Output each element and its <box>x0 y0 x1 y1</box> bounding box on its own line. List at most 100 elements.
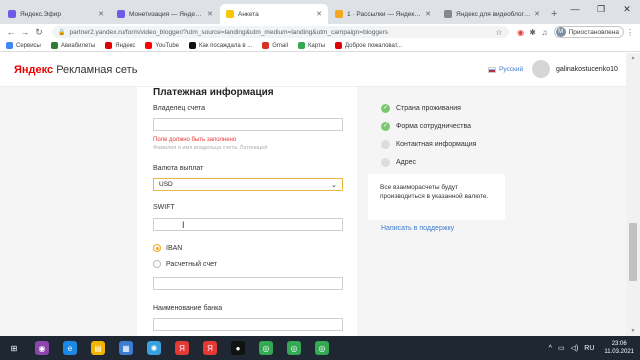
bookmark-item[interactable]: Доброе пожаловат... <box>335 42 402 49</box>
volume-icon[interactable]: ◁) <box>571 344 579 352</box>
owner-input[interactable] <box>153 118 343 131</box>
user-avatar[interactable] <box>532 60 550 78</box>
tray-chevron-icon[interactable]: ^ <box>549 345 552 352</box>
forward-arrow-icon[interactable]: → <box>18 27 32 37</box>
currency-value: USD <box>159 181 173 188</box>
step-label: Адрес <box>396 158 417 166</box>
taskbar-chrome-3-button[interactable]: ◎ <box>308 336 336 360</box>
clock[interactable]: 23:06 11.03.2021 <box>604 340 634 356</box>
payment-form: Платежная информация Владелец счета Поле… <box>137 87 357 336</box>
browser-tab[interactable]: Анкета ✕ <box>220 4 328 24</box>
browser-toolbar: ← → ↻ 🔒 partner2.yandex.ru/form/video_bl… <box>0 24 640 40</box>
bank-name-input[interactable] <box>153 318 343 331</box>
minimize-button[interactable]: — <box>562 0 588 18</box>
check-circle-icon: ✓ <box>381 121 390 131</box>
extension-icon[interactable]: ◉ <box>515 28 527 37</box>
owner-error: Поле должно быть заполнено <box>153 137 237 143</box>
bookmark-star-icon[interactable]: ☆ <box>495 28 502 37</box>
back-arrow-icon[interactable]: ← <box>4 27 18 37</box>
tab-close-icon[interactable]: ✕ <box>534 10 540 18</box>
profile-button[interactable]: M Приостановлена <box>553 26 624 38</box>
taskbar-explorer-button[interactable]: ▤ <box>84 336 112 360</box>
taskbar-yandex-red-button[interactable]: Я <box>168 336 196 360</box>
tab-close-icon[interactable]: ✕ <box>316 10 322 18</box>
browser-tab[interactable]: Монетизация — Яндекс.Эфир✕ <box>111 4 219 24</box>
page-scrollbar[interactable]: ▲ ▼ <box>626 53 640 336</box>
browser-tab[interactable]: 1 · Рассылки — Яндекс.Почта✕ <box>329 4 437 24</box>
tab-close-icon[interactable]: ✕ <box>425 10 431 18</box>
maximize-button[interactable]: ❐ <box>588 0 614 18</box>
scroll-up-icon[interactable]: ▲ <box>626 53 640 63</box>
bookmark-label: Авиабилеты <box>60 42 96 49</box>
form-title: Платежная информация <box>153 87 274 98</box>
bookmark-label: Доброе пожаловат... <box>345 42 402 49</box>
radio-current-account-dot <box>153 260 161 268</box>
tab-close-icon[interactable]: ✕ <box>98 10 104 18</box>
tab-close-icon[interactable]: ✕ <box>207 10 213 18</box>
profile-status: Приостановлена <box>568 28 619 36</box>
scroll-down-icon[interactable]: ▼ <box>626 326 640 336</box>
react-icon: ✺ <box>147 341 161 355</box>
swift-label: SWIFT <box>153 204 175 211</box>
bookmark-icon <box>335 42 343 49</box>
support-link[interactable]: Написать в поддержку <box>381 225 454 232</box>
bookmark-item[interactable]: Авиабилеты <box>50 42 96 49</box>
system-tray: ^ ▭ ◁) RU 23:06 11.03.2021 <box>549 340 640 356</box>
tab-title: 1 · Рассылки — Яндекс.Почта <box>347 10 422 18</box>
puzzle-icon[interactable]: ✱ <box>527 28 539 37</box>
account-input[interactable] <box>153 277 343 290</box>
taskbar-chrome-2-button[interactable]: ◎ <box>280 336 308 360</box>
radio-iban[interactable]: IBAN <box>153 244 182 252</box>
bank-name-label: Наименование банка <box>153 305 223 312</box>
step-item: ✓ Форма сотрудничества <box>381 117 476 135</box>
tab-favicon-icon <box>335 10 343 18</box>
steps-list: ✓ Страна проживания ✓ Форма сотрудничества К… <box>381 99 476 171</box>
bookmark-icon <box>105 42 113 49</box>
network-icon[interactable]: ▭ <box>558 344 565 352</box>
browser-tab[interactable]: Яндекс.Эфир ✕ <box>2 4 110 24</box>
taskbar-obs-button[interactable]: ● <box>224 336 252 360</box>
tab-favicon-icon <box>8 10 16 18</box>
menu-dots-icon[interactable]: ⋮ <box>624 28 636 37</box>
bookmark-item[interactable]: Как посаждала в ... <box>189 42 252 49</box>
currency-select[interactable]: USD ⌄ <box>153 178 343 191</box>
profile-avatar: M <box>555 27 566 37</box>
taskbar-yandex-browser-button[interactable]: Я <box>196 336 224 360</box>
edge-icon: e <box>63 341 77 355</box>
tab-strip: Яндекс.Эфир✕Монетизация — Яндекс.Эфир✕Ан… <box>0 0 640 24</box>
step-item: ✓ Страна проживания <box>381 99 476 117</box>
step-label: Контактная информация <box>396 140 477 148</box>
taskbar-alice-button[interactable]: ◉ <box>28 336 56 360</box>
language-switch[interactable]: Русский <box>488 66 523 73</box>
radio-current-account[interactable]: Расчетный счет <box>153 260 217 268</box>
bookmark-item[interactable]: Карты <box>297 42 325 49</box>
taskbar-chrome-button[interactable]: ◎ <box>252 336 280 360</box>
bookmark-item[interactable]: YouTube <box>145 42 179 49</box>
browser-tab[interactable]: Яндекс для видеоблогеров ✕ <box>438 4 546 24</box>
username[interactable]: galinakostucenko10 <box>556 66 618 73</box>
currency-info-box: Все взаиморасчеты будут производиться в … <box>368 174 505 220</box>
window-controls: — ❐ ✕ <box>562 0 640 18</box>
site-header: Яндекс Рекламная сеть Русский galinakost… <box>0 53 626 87</box>
site-logo[interactable]: Яндекс Рекламная сеть <box>14 64 137 76</box>
taskbar-edge-button[interactable]: e <box>56 336 84 360</box>
taskbar-react-button[interactable]: ✺ <box>140 336 168 360</box>
input-language[interactable]: RU <box>584 345 594 352</box>
yandex-browser-icon: Я <box>203 341 217 355</box>
taskbar-start-button[interactable]: ⊞ <box>0 336 28 360</box>
tab-title: Яндекс.Эфир <box>20 10 61 18</box>
step-label: Страна проживания <box>396 104 461 112</box>
check-circle-icon: ✓ <box>381 103 390 113</box>
bookmark-item[interactable]: Сервисы <box>6 42 41 49</box>
media-icon[interactable]: ♫ <box>539 28 551 37</box>
url-text: partner2.yandex.ru/form/video_blogger/?u… <box>69 28 388 36</box>
tab-title: Монетизация — Яндекс.Эфир <box>129 10 204 18</box>
bookmark-item[interactable]: Яндекс <box>105 42 135 49</box>
reload-icon[interactable]: ↻ <box>32 27 46 38</box>
taskbar-store-button[interactable]: ▦ <box>112 336 140 360</box>
close-window-button[interactable]: ✕ <box>614 0 640 18</box>
new-tab-button[interactable]: + <box>551 4 557 24</box>
bookmark-item[interactable]: Gmail <box>262 42 288 49</box>
address-bar[interactable]: 🔒 partner2.yandex.ru/form/video_blogger/… <box>52 26 509 38</box>
scroll-thumb[interactable] <box>629 223 637 281</box>
